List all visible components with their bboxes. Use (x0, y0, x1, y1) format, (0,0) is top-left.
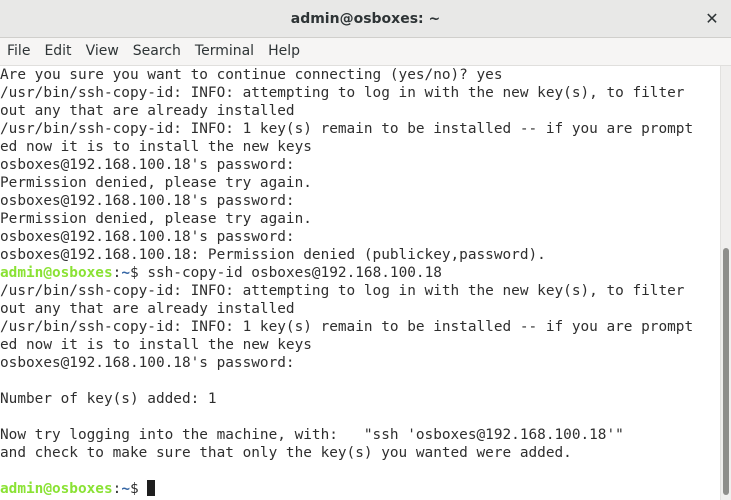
output-text: ed now it is to install the new keys (0, 139, 312, 155)
output-line: out any that are already installed (0, 300, 693, 318)
output-line: osboxes@192.168.100.18's password: (0, 228, 693, 246)
output-line: ed now it is to install the new keys (0, 138, 693, 156)
output-text: Are you sure you want to continue connec… (0, 67, 503, 83)
output-line: ed now it is to install the new keys (0, 336, 693, 354)
output-line: /usr/bin/ssh-copy-id: INFO: attempting t… (0, 84, 693, 102)
output-line: Permission denied, please try again. (0, 210, 693, 228)
scrollbar-thumb[interactable] (723, 248, 729, 495)
output-line: out any that are already installed (0, 102, 693, 120)
terminal-window: admin@osboxes: ~ ✕ File Edit View Search Ter… (0, 0, 731, 500)
menu-bar: File Edit View Search Terminal Help (0, 38, 731, 66)
prompt-user: admin@osboxes (0, 265, 113, 281)
prompt-path: ~ (121, 265, 130, 281)
output-line: and check to make sure that only the key… (0, 444, 693, 462)
vertical-scrollbar[interactable] (720, 66, 731, 500)
output-text: /usr/bin/ssh-copy-id: INFO: 1 key(s) rem… (0, 121, 694, 137)
output-text: osboxes@192.168.100.18: Permission denie… (0, 247, 546, 263)
output-text: osboxes@192.168.100.18's password: (0, 229, 304, 245)
terminal-area[interactable]: Are you sure you want to continue connec… (0, 66, 720, 500)
output-line: Permission denied, please try again. (0, 174, 693, 192)
output-text: Now try logging into the machine, with: … (0, 427, 624, 443)
output-text: out any that are already installed (0, 301, 295, 317)
command-text (139, 481, 148, 497)
prompt-separator: : (112, 481, 122, 497)
prompt-user: admin@osboxes (0, 481, 113, 497)
output-text: /usr/bin/ssh-copy-id: INFO: 1 key(s) rem… (0, 319, 694, 335)
command-text: ssh-copy-id osboxes@192.168.100.18 (138, 265, 442, 281)
window-title: admin@osboxes: ~ (290, 11, 441, 27)
output-line: /usr/bin/ssh-copy-id: INFO: 1 key(s) rem… (0, 318, 693, 336)
prompt-separator: : (112, 265, 122, 281)
menu-help[interactable]: Help (261, 38, 307, 65)
output-line: /usr/bin/ssh-copy-id: INFO: attempting t… (0, 282, 693, 300)
prompt-path: ~ (121, 481, 130, 497)
output-line: osboxes@192.168.100.18: Permission denie… (0, 246, 693, 264)
terminal-output: Are you sure you want to continue connec… (0, 66, 693, 498)
output-line: Number of key(s) added: 1 (0, 390, 693, 408)
output-text: Permission denied, please try again. (0, 211, 312, 227)
prompt-line: admin@osboxes:~$ ssh-copy-id osboxes@192… (0, 264, 693, 282)
close-icon[interactable]: ✕ (699, 6, 725, 32)
menu-view[interactable]: View (79, 38, 126, 65)
prompt-symbol: $ (129, 481, 139, 497)
prompt-line: admin@osboxes:~$ (0, 480, 693, 498)
output-text: Permission denied, please try again. (0, 175, 312, 191)
output-text: and check to make sure that only the key… (0, 445, 572, 461)
output-line: Now try logging into the machine, with: … (0, 426, 693, 444)
output-text: osboxes@192.168.100.18's password: (0, 355, 304, 371)
output-text: osboxes@192.168.100.18's password: (0, 193, 304, 209)
output-text: ed now it is to install the new keys (0, 337, 312, 353)
output-text: /usr/bin/ssh-copy-id: INFO: attempting t… (0, 283, 685, 299)
output-text: Number of key(s) added: 1 (0, 391, 217, 407)
output-text: /usr/bin/ssh-copy-id: INFO: attempting t… (0, 85, 685, 101)
output-line: Are you sure you want to continue connec… (0, 66, 693, 84)
menu-search[interactable]: Search (126, 38, 188, 65)
text-cursor (147, 480, 156, 496)
output-line: osboxes@192.168.100.18's password: (0, 192, 693, 210)
menu-terminal[interactable]: Terminal (188, 38, 261, 65)
menu-edit[interactable]: Edit (37, 38, 78, 65)
output-line: /usr/bin/ssh-copy-id: INFO: 1 key(s) rem… (0, 120, 693, 138)
output-text: out any that are already installed (0, 103, 295, 119)
output-line: osboxes@192.168.100.18's password: (0, 156, 693, 174)
prompt-symbol: $ (129, 265, 139, 281)
output-text: osboxes@192.168.100.18's password: (0, 157, 304, 173)
menu-file[interactable]: File (0, 38, 37, 65)
title-bar[interactable]: admin@osboxes: ~ ✕ (0, 0, 731, 38)
output-line: osboxes@192.168.100.18's password: (0, 354, 693, 372)
